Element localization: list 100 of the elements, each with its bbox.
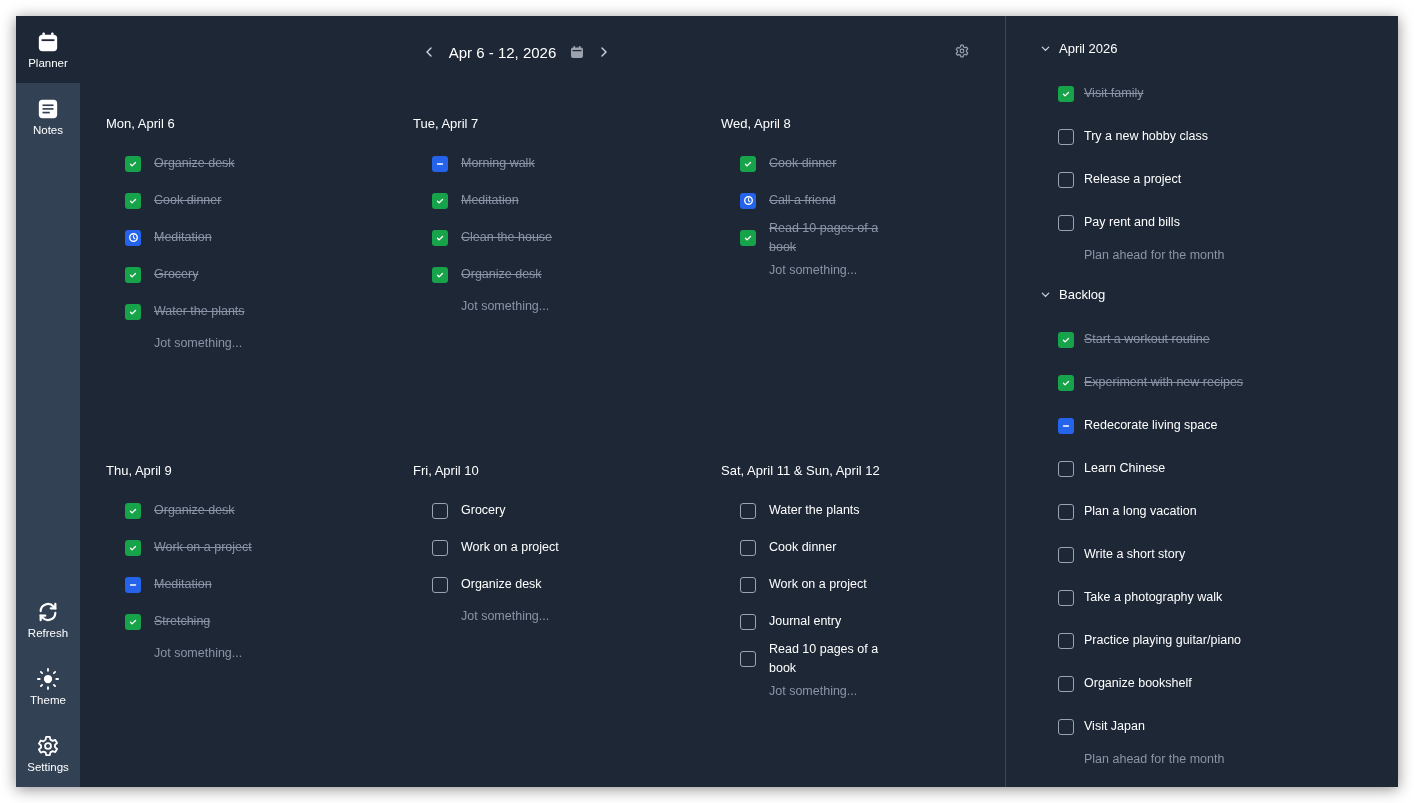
- jot-input[interactable]: Jot something...: [769, 257, 909, 283]
- checkbox[interactable]: [740, 613, 756, 630]
- sidebar-button[interactable]: Theme: [16, 653, 80, 720]
- jot-input[interactable]: Jot something...: [461, 603, 601, 629]
- task-text[interactable]: Organize desk: [461, 575, 542, 594]
- calendar-icon[interactable]: [570, 45, 585, 59]
- task-text[interactable]: Learn Chinese: [1084, 459, 1166, 478]
- checked-checkbox[interactable]: [125, 266, 141, 283]
- checkbox[interactable]: [740, 539, 756, 556]
- note-icon: [37, 97, 59, 120]
- day-title: Fri, April 10: [413, 463, 480, 478]
- task-text[interactable]: Pay rent and bills: [1084, 213, 1180, 232]
- cancelled-checkbox[interactable]: [1058, 417, 1074, 434]
- task-text[interactable]: Organize desk: [154, 154, 235, 173]
- task-text[interactable]: Cook dinner: [154, 191, 222, 210]
- jot-input[interactable]: Jot something...: [769, 678, 909, 704]
- clock-checkbox[interactable]: [125, 229, 141, 246]
- task-text[interactable]: Write a short story: [1084, 545, 1186, 564]
- checked-checkbox[interactable]: [1058, 85, 1074, 102]
- checkbox[interactable]: [740, 502, 756, 519]
- sidebar-button[interactable]: Refresh: [16, 586, 80, 653]
- checkbox[interactable]: [1058, 460, 1074, 477]
- task-text[interactable]: Work on a project: [769, 575, 867, 594]
- refresh-icon: [37, 600, 59, 623]
- task-text[interactable]: Redecorate living space: [1084, 416, 1218, 435]
- clock-checkbox[interactable]: [740, 192, 756, 209]
- checked-checkbox[interactable]: [125, 502, 141, 519]
- sidebar-button[interactable]: Settings: [16, 720, 80, 787]
- task-text[interactable]: Water the plants: [154, 302, 245, 321]
- jot-input[interactable]: Jot something...: [461, 293, 601, 319]
- checked-checkbox[interactable]: [1058, 374, 1074, 391]
- jot-input[interactable]: Plan ahead for the month: [1084, 244, 1284, 266]
- checked-checkbox[interactable]: [432, 266, 448, 283]
- checkbox[interactable]: [1058, 632, 1074, 649]
- task-text[interactable]: Stretching: [154, 612, 211, 631]
- section-header[interactable]: Backlog: [1040, 284, 1106, 304]
- checkbox[interactable]: [1058, 503, 1074, 520]
- clock-icon: [742, 195, 754, 206]
- section-header[interactable]: April 2026: [1040, 38, 1118, 58]
- task-text[interactable]: Morning walk: [461, 154, 535, 173]
- checkbox[interactable]: [432, 539, 448, 556]
- task-text[interactable]: Release a project: [1084, 170, 1182, 189]
- task-text[interactable]: Read 10 pages of a book: [769, 219, 884, 257]
- checkbox[interactable]: [1058, 546, 1074, 563]
- task-text[interactable]: Call a friend: [769, 191, 836, 210]
- task-text[interactable]: Work on a project: [461, 538, 559, 557]
- task-text[interactable]: Visit family: [1084, 84, 1144, 103]
- task-text[interactable]: Clean the house: [461, 228, 553, 247]
- check-icon: [743, 233, 753, 243]
- jot-input[interactable]: Jot something...: [154, 640, 294, 666]
- checkbox[interactable]: [432, 502, 448, 519]
- checked-checkbox[interactable]: [125, 303, 141, 320]
- task-text[interactable]: Cook dinner: [769, 538, 837, 557]
- sidebar-tab[interactable]: Notes: [16, 83, 80, 150]
- cancelled-checkbox[interactable]: [125, 576, 141, 593]
- checkbox[interactable]: [740, 651, 756, 667]
- task-text[interactable]: Organize desk: [154, 501, 235, 520]
- checkbox[interactable]: [1058, 718, 1074, 735]
- checkbox[interactable]: [1058, 128, 1074, 145]
- jot-input[interactable]: Jot something...: [154, 330, 294, 356]
- task-text[interactable]: Work on a project: [154, 538, 252, 557]
- task-text[interactable]: Experiment with new recipes: [1084, 373, 1244, 392]
- checked-checkbox[interactable]: [125, 192, 141, 209]
- task-text[interactable]: Visit Japan: [1084, 717, 1145, 736]
- task-text[interactable]: Organize desk: [461, 265, 542, 284]
- task-text[interactable]: Meditation: [461, 191, 519, 210]
- task-text[interactable]: Grocery: [461, 501, 506, 520]
- cancelled-checkbox[interactable]: [432, 155, 448, 172]
- task-text[interactable]: Water the plants: [769, 501, 860, 520]
- day-title: Tue, April 7: [413, 116, 480, 131]
- task-text[interactable]: Try a new hobby class: [1084, 127, 1208, 146]
- task-text[interactable]: Plan a long vacation: [1084, 502, 1197, 521]
- checked-checkbox[interactable]: [432, 192, 448, 209]
- checked-checkbox[interactable]: [740, 155, 756, 172]
- checkbox[interactable]: [1058, 214, 1074, 231]
- task-text[interactable]: Read 10 pages of a book: [769, 640, 884, 678]
- checked-checkbox[interactable]: [125, 613, 141, 630]
- task-text[interactable]: Meditation: [154, 228, 212, 247]
- checked-checkbox[interactable]: [125, 155, 141, 172]
- checkbox[interactable]: [1058, 589, 1074, 606]
- checked-checkbox[interactable]: [125, 539, 141, 556]
- checkbox[interactable]: [1058, 171, 1074, 188]
- task-text[interactable]: Start a workout routine: [1084, 330, 1210, 349]
- checkbox[interactable]: [432, 576, 448, 593]
- checkbox[interactable]: [740, 576, 756, 593]
- settings-icon[interactable]: [955, 44, 969, 58]
- checkbox[interactable]: [1058, 675, 1074, 692]
- calendar-icon: [37, 30, 59, 53]
- task-text[interactable]: Grocery: [154, 265, 199, 284]
- task-text[interactable]: Cook dinner: [769, 154, 837, 173]
- checked-checkbox[interactable]: [740, 230, 756, 246]
- sidebar-tab[interactable]: Planner: [16, 16, 80, 83]
- task-text[interactable]: Meditation: [154, 575, 212, 594]
- task-text[interactable]: Take a photography walk: [1084, 588, 1223, 607]
- task-text[interactable]: Organize bookshelf: [1084, 674, 1192, 693]
- checked-checkbox[interactable]: [1058, 331, 1074, 348]
- jot-input[interactable]: Plan ahead for the month: [1084, 748, 1284, 770]
- checked-checkbox[interactable]: [432, 229, 448, 246]
- task-text[interactable]: Journal entry: [769, 612, 842, 631]
- task-text[interactable]: Practice playing guitar/piano: [1084, 631, 1242, 650]
